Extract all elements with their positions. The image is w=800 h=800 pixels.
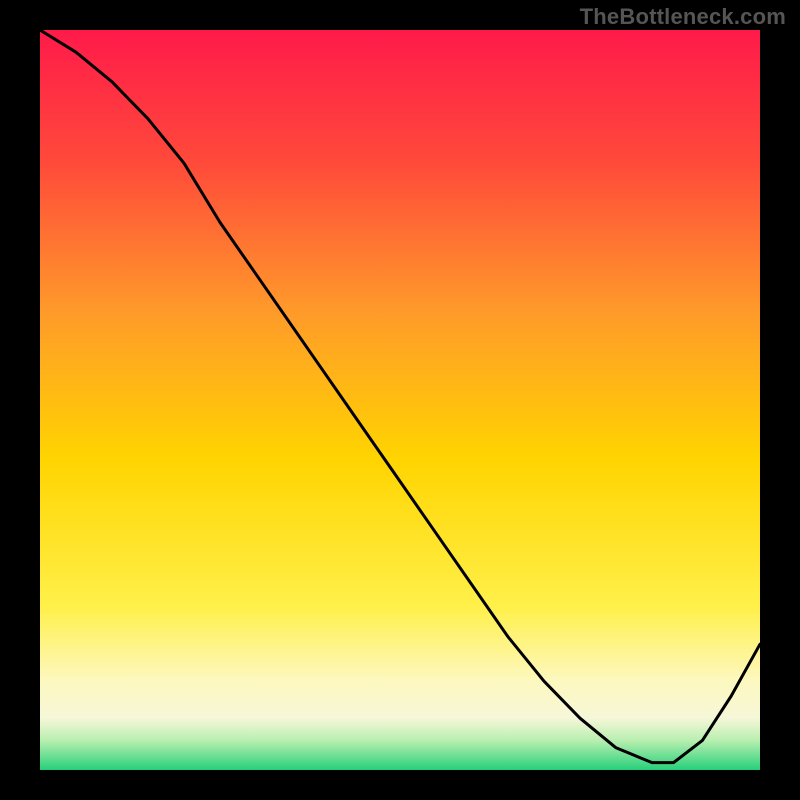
- chart-svg: [40, 30, 760, 770]
- chart-container: TheBottleneck.com: [0, 0, 800, 800]
- gradient-background: [40, 30, 760, 770]
- plot-area: [40, 30, 760, 770]
- watermark-label: TheBottleneck.com: [580, 4, 786, 30]
